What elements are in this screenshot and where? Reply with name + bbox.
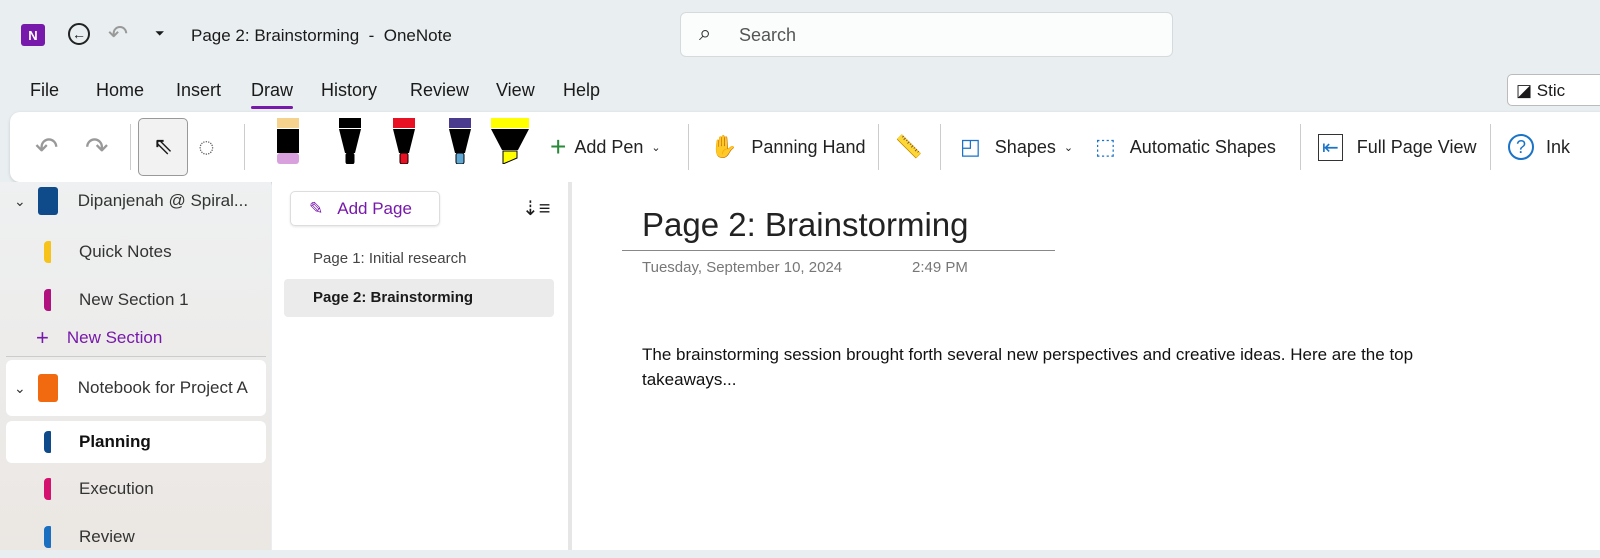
back-button[interactable]: ← (68, 23, 90, 45)
new-section-button[interactable]: + New Section (6, 317, 266, 359)
shapes-label: Shapes (994, 136, 1056, 157)
pen-icon (491, 118, 529, 165)
panning-hand-button[interactable]: ✋ Panning Hand (710, 112, 866, 182)
section-label: New Section 1 (79, 290, 189, 309)
search-icon: ⌕ (699, 20, 712, 45)
hand-icon: ✋ (710, 134, 738, 159)
add-page-label: Add Page (337, 198, 412, 218)
section-label: Execution (79, 479, 154, 498)
tab-review[interactable]: Review (410, 80, 469, 101)
ink-help-label: Ink (1546, 136, 1571, 157)
pen-icon (339, 118, 361, 165)
tab-home[interactable]: Home (96, 80, 144, 101)
ruler-icon: 📏 (895, 134, 923, 159)
add-page-button[interactable]: ✎ Add Page (290, 191, 440, 226)
eraser-tool-0[interactable] (265, 118, 309, 164)
section-new-section-1[interactable]: New Section 1 (6, 279, 266, 321)
new-section-label: New Section (66, 328, 163, 347)
page-title[interactable]: Page 2: Brainstorming (642, 206, 969, 244)
redo-button[interactable]: ↷ (85, 112, 108, 182)
quick-access-dropdown-icon[interactable]: ⏷ (155, 26, 165, 41)
notebook-project-a[interactable]: ⌄ Notebook for Project A (6, 360, 266, 416)
section-label: Review (79, 527, 135, 546)
section-label: Planning (79, 432, 151, 451)
search-placeholder: Search (739, 25, 797, 45)
full-page-view-label: Full Page View (1356, 136, 1477, 157)
notebook-icon (37, 374, 58, 402)
shapes-button[interactable]: ◰ Shapes ⌄ (960, 112, 1073, 182)
add-page-icon: ✎ (309, 198, 324, 218)
tab-file[interactable]: File (30, 80, 59, 101)
ruler-button[interactable]: 📏 (895, 112, 922, 182)
sticky-notes-button[interactable]: ◪ Stic (1507, 74, 1600, 106)
notebook-dipanjenah[interactable]: ⌄ Dipanjenah @ Spiral... (6, 180, 266, 222)
undo-button[interactable]: ↶ (35, 112, 58, 182)
chevron-down-icon: ⌄ (1063, 141, 1074, 154)
undo-title-icon[interactable]: ↶ (108, 20, 128, 49)
sort-pages-icon[interactable]: ⇣≡ (522, 196, 550, 221)
automatic-shapes-label: Automatic Shapes (1129, 136, 1276, 157)
add-pen-button[interactable]: + Add Pen ⌄ (550, 112, 661, 182)
plus-icon: + (36, 325, 49, 350)
sticky-note-icon: ◪ (1516, 81, 1537, 100)
section-label: Quick Notes (79, 242, 172, 261)
ink-help-button[interactable]: ? Ink (1508, 112, 1570, 182)
highlighter-tool-4[interactable] (488, 118, 532, 165)
section-tab-icon (44, 289, 51, 311)
tab-draw[interactable]: Draw (251, 80, 294, 109)
title-underline (622, 250, 1055, 251)
automatic-shapes-icon: ⬚ (1095, 134, 1116, 159)
help-icon: ? (1508, 134, 1534, 160)
plus-icon: + (550, 131, 567, 162)
full-page-view-icon: ⇤ (1318, 133, 1343, 161)
section-planning[interactable]: Planning (6, 421, 266, 463)
page-item[interactable]: Page 1: Initial research (284, 244, 554, 276)
pen-icon (277, 118, 299, 164)
pen-icon (393, 118, 415, 165)
full-page-view-button[interactable]: ⇤ Full Page View (1318, 112, 1477, 182)
onenote-logo-icon: N (21, 24, 45, 46)
notebook-sidebar: ⌄ Dipanjenah @ Spiral... Quick Notes New… (0, 182, 271, 550)
search-box[interactable]: ⌕ Search (680, 12, 1173, 57)
notebook-name: Notebook for Project A (77, 378, 248, 397)
automatic-shapes-button[interactable]: ⬚ Automatic Shapes (1095, 112, 1276, 182)
page-item-selected[interactable]: Page 2: Brainstorming (284, 279, 554, 317)
lasso-select-icon[interactable]: ◌ (198, 112, 215, 182)
shapes-icon: ◰ (960, 134, 981, 159)
sticky-notes-label: Stic (1536, 81, 1566, 100)
notebook-name: Dipanjenah @ Spiral... (77, 191, 249, 210)
section-tab-icon (44, 241, 51, 263)
section-execution[interactable]: Execution (6, 468, 266, 510)
pen-tool-1[interactable] (328, 118, 372, 165)
tab-insert[interactable]: Insert (176, 80, 221, 101)
draw-ribbon: ↶ ↷ ⇖ ◌ + Add Pen ⌄ ✋ Panning Hand 📏 ◰ Shape… (10, 112, 1600, 182)
tab-history[interactable]: History (321, 80, 377, 101)
chevron-down-icon: ⌄ (651, 141, 661, 154)
section-review[interactable]: Review (6, 516, 266, 558)
window-title: Page 2: Brainstorming - OneNote (191, 26, 452, 45)
select-tool-button[interactable]: ⇖ (138, 118, 188, 176)
section-tab-icon (44, 431, 51, 453)
page-date: Tuesday, September 10, 2024 (642, 259, 843, 276)
page-canvas[interactable]: Page 2: Brainstorming Tuesday, September… (572, 182, 1600, 550)
section-tab-icon (44, 526, 51, 548)
tab-help[interactable]: Help (563, 80, 600, 101)
pen-icon (449, 118, 471, 165)
notebook-icon (37, 187, 58, 215)
pen-tool-3[interactable] (438, 118, 482, 165)
pen-tool-2[interactable] (382, 118, 426, 165)
add-pen-label: Add Pen (574, 136, 644, 157)
section-tab-icon (44, 478, 51, 500)
chevron-down-icon: ⌄ (14, 192, 26, 209)
divider (6, 356, 266, 357)
section-quick-notes[interactable]: Quick Notes (6, 231, 266, 273)
chevron-down-icon: ⌄ (14, 379, 26, 396)
page-body-text[interactable]: The brainstorming session brought forth … (642, 342, 1462, 392)
page-time: 2:49 PM (912, 259, 968, 276)
page-list: ✎ Add Page ⇣≡ Page 1: Initial research Pa… (272, 182, 568, 550)
panning-hand-label: Panning Hand (751, 136, 866, 157)
tab-view[interactable]: View (496, 80, 535, 101)
